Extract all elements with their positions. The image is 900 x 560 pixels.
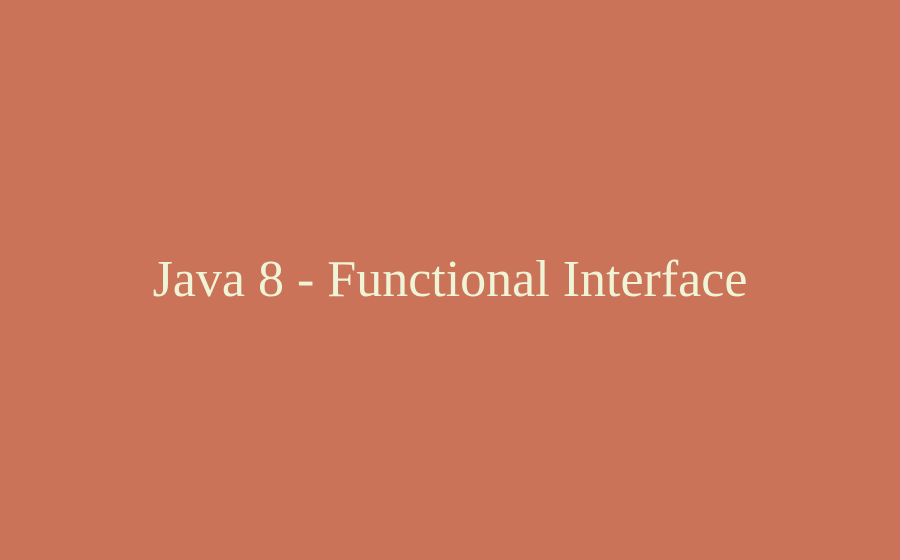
page-title: Java 8 - Functional Interface: [133, 246, 768, 314]
